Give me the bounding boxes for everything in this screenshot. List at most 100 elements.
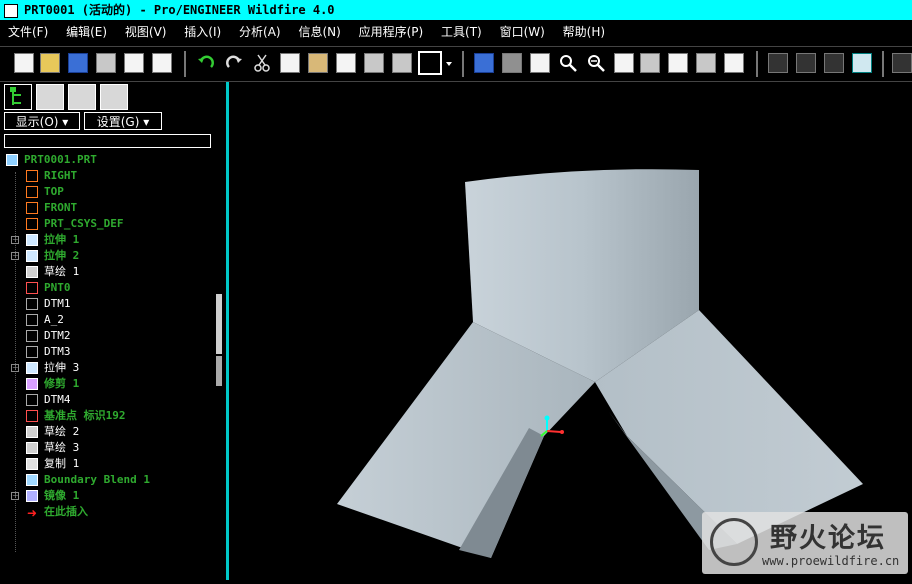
print-icon[interactable] bbox=[96, 53, 116, 73]
regenerate-icon[interactable] bbox=[364, 53, 384, 73]
selection-box-icon[interactable] bbox=[418, 51, 442, 75]
expand-toggle-icon[interactable]: + bbox=[11, 252, 19, 260]
tree-item[interactable]: 草绘 2 bbox=[0, 424, 214, 440]
model-tree-tab[interactable] bbox=[4, 84, 32, 110]
settings-dropdown[interactable]: 设置(G) ▾ bbox=[84, 112, 162, 130]
extrude-icon bbox=[26, 250, 38, 262]
tree-item[interactable]: 草绘 1 bbox=[0, 264, 214, 280]
panel-splitter[interactable] bbox=[214, 82, 224, 580]
tree-item[interactable]: FRONT bbox=[0, 200, 214, 216]
orient-mode-icon[interactable] bbox=[530, 53, 550, 73]
tree-item[interactable]: PRT0001.PRT bbox=[0, 152, 214, 168]
tree-item[interactable]: PNT0 bbox=[0, 280, 214, 296]
expand-toggle-icon[interactable]: + bbox=[11, 492, 19, 500]
tree-item[interactable]: 草绘 3 bbox=[0, 440, 214, 456]
chevron-down-icon[interactable] bbox=[444, 53, 454, 73]
expand-toggle-icon[interactable]: + bbox=[11, 236, 19, 244]
part-icon bbox=[6, 154, 18, 166]
spin-center-icon[interactable] bbox=[502, 53, 522, 73]
menu-insert[interactable]: 插入(I) bbox=[184, 25, 221, 39]
tree-item[interactable]: 复制 1 bbox=[0, 456, 214, 472]
tree-item[interactable]: ➜ 在此插入 bbox=[0, 504, 214, 520]
datum-plane-icon bbox=[26, 330, 38, 342]
tree-filter-input[interactable] bbox=[4, 134, 211, 148]
new-file-icon[interactable] bbox=[14, 53, 34, 73]
refit-icon[interactable] bbox=[614, 53, 634, 73]
tree-item[interactable]: 修剪 1 bbox=[0, 376, 214, 392]
open-folder-icon[interactable] bbox=[40, 53, 60, 73]
datum-plane-icon bbox=[26, 298, 38, 310]
menu-tools[interactable]: 工具(T) bbox=[441, 25, 482, 39]
tree-item[interactable]: + 拉伸 2 bbox=[0, 248, 214, 264]
zoom-in-icon[interactable] bbox=[558, 53, 578, 73]
edit-definition-icon[interactable] bbox=[392, 53, 412, 73]
tree-item-label: FRONT bbox=[44, 201, 78, 214]
main-toolbar bbox=[0, 46, 912, 82]
datum-plane-toggle-icon[interactable] bbox=[892, 53, 912, 73]
extrude-icon bbox=[26, 362, 38, 374]
tree-item[interactable]: + 拉伸 3 bbox=[0, 360, 214, 376]
extrude-icon bbox=[26, 234, 38, 246]
tree-item-label: DTM2 bbox=[44, 329, 71, 342]
menu-applications[interactable]: 应用程序(P) bbox=[359, 25, 424, 39]
layers-icon[interactable] bbox=[696, 53, 716, 73]
reorient-icon[interactable] bbox=[640, 53, 660, 73]
redo-icon[interactable] bbox=[224, 53, 244, 73]
wireframe-icon[interactable] bbox=[768, 53, 788, 73]
menu-info[interactable]: 信息(N) bbox=[298, 25, 340, 39]
tree-item[interactable]: DTM2 bbox=[0, 328, 214, 344]
tree-item[interactable]: RIGHT bbox=[0, 168, 214, 184]
no-hidden-icon[interactable] bbox=[824, 53, 844, 73]
tree-item[interactable]: DTM1 bbox=[0, 296, 214, 312]
favorites-tab[interactable] bbox=[68, 84, 96, 110]
zoom-out-icon[interactable] bbox=[586, 53, 606, 73]
datum-plane-icon bbox=[26, 202, 38, 214]
tree-item-label: 在此插入 bbox=[44, 505, 88, 518]
paste-special-icon[interactable] bbox=[336, 53, 356, 73]
menu-file[interactable]: 文件(F) bbox=[8, 25, 48, 39]
tree-item[interactable]: TOP bbox=[0, 184, 214, 200]
save-icon[interactable] bbox=[68, 53, 88, 73]
view-manager-icon[interactable] bbox=[724, 53, 744, 73]
model-tree-icon bbox=[10, 87, 21, 105]
undo-icon[interactable] bbox=[196, 53, 216, 73]
cut-icon[interactable] bbox=[252, 53, 272, 73]
tree-item[interactable]: + 拉伸 1 bbox=[0, 232, 214, 248]
repaint-icon[interactable] bbox=[474, 53, 494, 73]
datum-point-icon bbox=[26, 282, 38, 294]
saved-view-icon[interactable] bbox=[668, 53, 688, 73]
menu-window[interactable]: 窗口(W) bbox=[500, 25, 545, 39]
copy-icon[interactable] bbox=[280, 53, 300, 73]
toolbar-separator bbox=[756, 51, 758, 77]
tree-item[interactable]: DTM3 bbox=[0, 344, 214, 360]
menu-analysis[interactable]: 分析(A) bbox=[239, 25, 281, 39]
boundary-blend-icon bbox=[26, 474, 38, 486]
tree-item[interactable]: Boundary Blend 1 bbox=[0, 472, 214, 488]
tree-item-label: 草绘 1 bbox=[44, 265, 80, 278]
datum-plane-icon bbox=[26, 186, 38, 198]
datum-plane-icon bbox=[26, 170, 38, 182]
shading-icon[interactable] bbox=[852, 53, 872, 73]
folder-browser-tab[interactable] bbox=[36, 84, 64, 110]
tree-item-label: 复制 1 bbox=[44, 457, 80, 470]
expand-toggle-icon[interactable]: + bbox=[11, 364, 19, 372]
connections-tab[interactable] bbox=[100, 84, 128, 110]
paste-icon[interactable] bbox=[308, 53, 328, 73]
menu-help[interactable]: 帮助(H) bbox=[563, 25, 605, 39]
collapse-handle[interactable] bbox=[216, 356, 222, 386]
tree-item[interactable]: DTM4 bbox=[0, 392, 214, 408]
send-link-icon[interactable] bbox=[152, 53, 172, 73]
tree-item[interactable]: 基准点 标识192 bbox=[0, 408, 214, 424]
toolbar-separator bbox=[184, 51, 186, 77]
menu-edit[interactable]: 编辑(E) bbox=[66, 25, 107, 39]
tree-item[interactable]: A_2 bbox=[0, 312, 214, 328]
splitter-handle[interactable] bbox=[216, 294, 222, 354]
menu-view[interactable]: 视图(V) bbox=[125, 25, 167, 39]
graphics-viewport[interactable] bbox=[226, 82, 912, 580]
hidden-line-icon[interactable] bbox=[796, 53, 816, 73]
display-dropdown[interactable]: 显示(O) ▾ bbox=[4, 112, 80, 130]
send-mail-icon[interactable] bbox=[124, 53, 144, 73]
tree-item-label: PRT_CSYS_DEF bbox=[44, 217, 124, 230]
tree-item[interactable]: PRT_CSYS_DEF bbox=[0, 216, 214, 232]
tree-item[interactable]: + 镜像 1 bbox=[0, 488, 214, 504]
